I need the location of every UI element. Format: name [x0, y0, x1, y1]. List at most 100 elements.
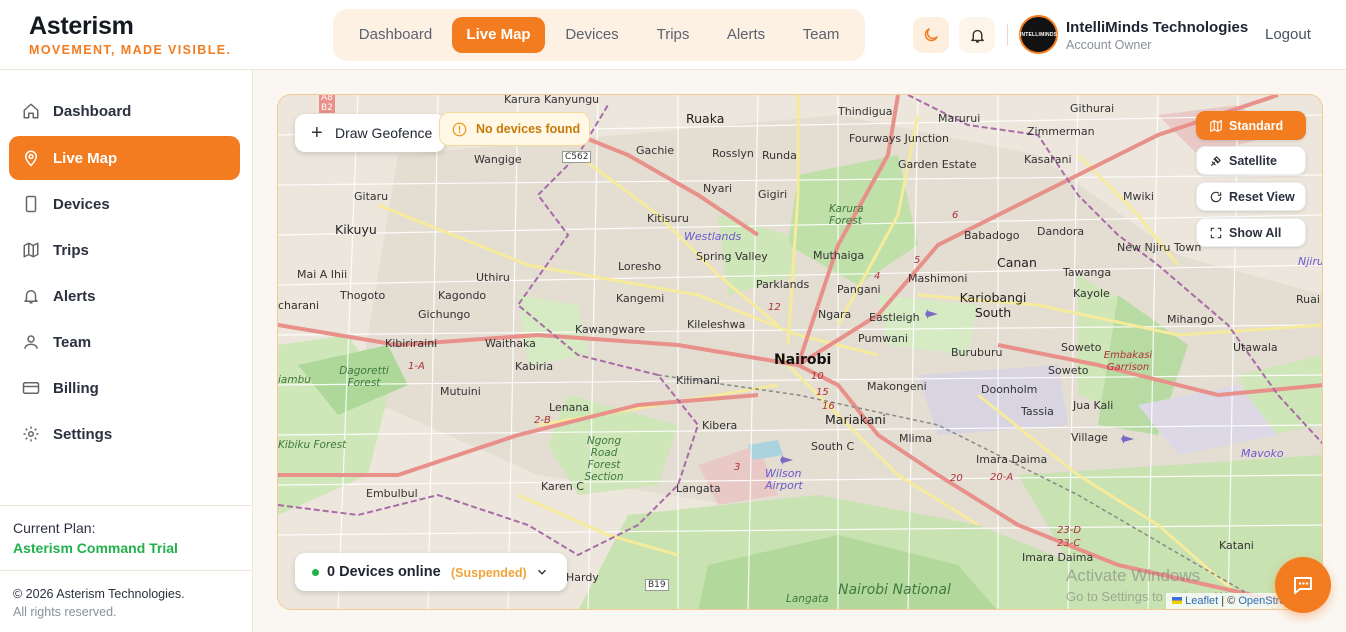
map-label: Karen C — [541, 480, 584, 493]
sidebar-divider — [0, 505, 253, 506]
sidebar-item-settings[interactable]: Settings — [9, 412, 240, 456]
devices-online-panel[interactable]: 0 Devices online (Suspended) — [295, 553, 567, 591]
sidebar-item-billing[interactable]: Billing — [9, 366, 240, 410]
road-label: 20 — [950, 473, 963, 484]
map-label: Langata — [676, 482, 721, 495]
map-label: Dagoretti Forest — [339, 365, 389, 389]
standard-view-label: Standard — [1229, 119, 1284, 133]
map-label: Eastleigh — [869, 311, 920, 324]
bell-icon — [970, 29, 984, 43]
brand-name[interactable]: Asterism — [29, 12, 134, 41]
map-label: Waithaka — [485, 337, 536, 350]
no-devices-text: No devices found — [476, 122, 581, 136]
map-label: Utawala — [1233, 341, 1278, 354]
map-label: Kawangware — [575, 323, 646, 336]
map-label: Kilimani — [676, 374, 720, 387]
map-label: Karura Kanyungu — [504, 94, 600, 106]
map-label: Babadogo — [964, 229, 1020, 242]
map-label: charani — [278, 299, 320, 312]
sidebar-item-label: Billing — [53, 379, 99, 397]
sidebar-item-label: Settings — [53, 425, 113, 443]
map-pin-icon — [24, 150, 38, 167]
expand-icon — [1210, 227, 1222, 239]
map-label: Kikuyu — [335, 222, 377, 237]
sidebar-item-label: Dashboard — [53, 102, 132, 120]
map-label: Makongeni — [867, 380, 927, 393]
plan-label: Current Plan: — [13, 520, 96, 536]
map-label: Jua Kali — [1073, 399, 1114, 412]
road-label: B2 — [319, 103, 335, 113]
map-label: Ruai — [1296, 293, 1320, 306]
live-map[interactable]: Ruaka Karura Kanyungu Wangige Gachie Ros… — [277, 94, 1323, 610]
tab-dashboard[interactable]: Dashboard — [345, 17, 446, 53]
map-label: Langata — [786, 593, 829, 605]
copyright-text: © 2026 Asterism Technologies. — [13, 587, 185, 601]
road-label: 23-C — [1057, 538, 1081, 549]
map-label: Ngara — [818, 308, 852, 321]
map-label: Spring Valley — [696, 250, 768, 263]
map-label: Canan — [997, 255, 1037, 270]
header-divider — [1007, 24, 1008, 46]
map-label: Pumwani — [858, 332, 908, 345]
map-label: Mai A Ihii — [297, 268, 348, 281]
sidebar-divider — [0, 570, 253, 571]
notifications-button[interactable] — [959, 17, 995, 53]
map-label: Kibera — [702, 419, 738, 432]
home-icon — [23, 103, 39, 119]
map-label: Thindigua — [838, 105, 893, 118]
sidebar-item-dashboard[interactable]: Dashboard — [9, 89, 240, 133]
map-label: Loresho — [618, 260, 662, 273]
theme-toggle-button[interactable] — [913, 17, 949, 53]
map-label: Buruburu — [951, 346, 1003, 359]
reset-view-button[interactable]: Reset View — [1196, 182, 1306, 211]
gear-icon — [23, 426, 39, 442]
road-label: 2-B — [534, 415, 551, 426]
tab-live-map[interactable]: Live Map — [452, 17, 545, 53]
account-name[interactable]: IntelliMinds Technologies — [1066, 19, 1248, 36]
no-devices-badge: No devices found — [439, 112, 590, 146]
map-label: Ngong Road Forest Section — [584, 435, 624, 483]
standard-view-button[interactable]: Standard — [1196, 111, 1306, 140]
map-label: Imara Daima — [1022, 551, 1094, 564]
tab-alerts[interactable]: Alerts — [715, 17, 777, 53]
road-label: C562 — [562, 151, 592, 163]
map-label: Kabiria — [515, 360, 554, 373]
map-label: Fourways Junction — [849, 132, 949, 145]
devices-status-badge: (Suspended) — [451, 566, 527, 580]
sidebar-item-team[interactable]: Team — [9, 320, 240, 364]
sidebar-item-label: Trips — [53, 241, 89, 259]
satellite-view-button[interactable]: Satellite — [1196, 146, 1306, 175]
road-label: 12 — [768, 302, 781, 313]
map-label: Mlima — [899, 432, 933, 445]
map-label: Gachie — [636, 144, 675, 157]
draw-geofence-button[interactable]: + Draw Geofence — [295, 114, 445, 152]
map-label: Kibiriraini — [385, 337, 438, 350]
map-label: Ruaka — [686, 111, 725, 126]
sidebar-item-devices[interactable]: Devices — [9, 182, 240, 226]
chat-button[interactable] — [1275, 557, 1331, 613]
account-role: Account Owner — [1066, 38, 1152, 52]
show-all-button[interactable]: Show All — [1196, 218, 1306, 247]
map-label: Embakasi Garrison — [1103, 350, 1153, 373]
credit-card-icon — [22, 382, 40, 394]
chevron-down-icon[interactable] — [535, 565, 549, 579]
logout-button[interactable]: Logout — [1265, 26, 1311, 43]
sidebar-item-live-map[interactable]: Live Map — [9, 136, 240, 180]
map-label: South C — [811, 440, 855, 453]
sidebar-item-trips[interactable]: Trips — [9, 228, 240, 272]
map-label: New Njiru Town — [1117, 241, 1202, 254]
leaflet-link[interactable]: Leaflet — [1185, 595, 1218, 607]
map-label: Mashimoni — [908, 272, 968, 285]
avatar[interactable]: INTELLIMINDS — [1019, 15, 1058, 54]
tab-devices[interactable]: Devices — [553, 17, 631, 53]
map-label: Muthaiga — [813, 249, 865, 262]
sidebar-item-label: Alerts — [53, 287, 96, 305]
moon-icon — [924, 28, 938, 42]
device-icon — [25, 195, 37, 213]
sidebar-item-label: Devices — [53, 195, 110, 213]
tab-team[interactable]: Team — [789, 17, 853, 53]
sidebar-item-alerts[interactable]: Alerts — [9, 274, 240, 318]
map-label: Westlands — [684, 230, 742, 243]
map-label: iambu — [278, 374, 311, 386]
tab-trips[interactable]: Trips — [643, 17, 703, 53]
